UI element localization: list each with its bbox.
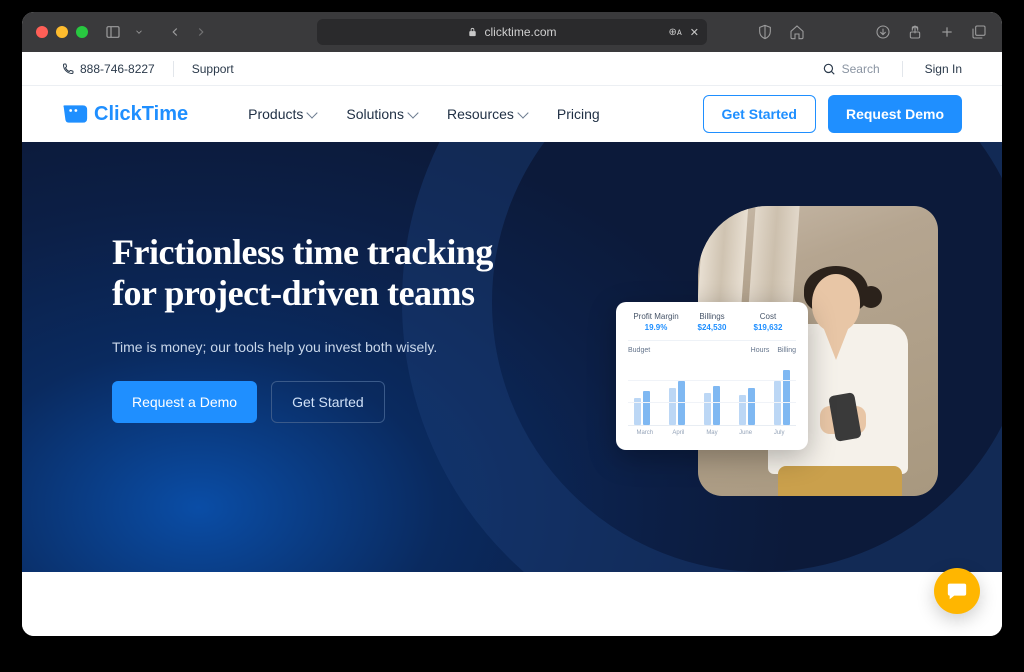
maximize-window-button[interactable] bbox=[76, 26, 88, 38]
main-nav: ClickTime Products Solutions Resources P… bbox=[22, 86, 1002, 142]
nav-resources[interactable]: Resources bbox=[447, 106, 527, 122]
url-text: clicktime.com bbox=[484, 25, 556, 39]
nav-label: Products bbox=[248, 106, 303, 122]
logo-mark-icon bbox=[62, 103, 88, 125]
bar bbox=[669, 388, 676, 425]
metric-billings: Billings $24,530 bbox=[684, 312, 740, 332]
nav-items: Products Solutions Resources Pricing bbox=[248, 106, 600, 122]
new-tab-icon[interactable] bbox=[938, 23, 956, 41]
bar bbox=[713, 386, 720, 425]
back-icon[interactable] bbox=[166, 23, 184, 41]
month-label: March bbox=[628, 430, 662, 436]
bar-chart bbox=[628, 360, 796, 426]
metric-value: $24,530 bbox=[684, 323, 740, 332]
chat-icon bbox=[946, 580, 968, 602]
bar bbox=[643, 391, 650, 425]
divider bbox=[902, 61, 903, 77]
close-tab-icon[interactable]: ✕ bbox=[690, 26, 699, 39]
request-demo-button[interactable]: Request Demo bbox=[828, 95, 962, 133]
utility-bar: 888-746-8227 Support Search Sign In bbox=[22, 52, 1002, 86]
chevron-down-icon bbox=[517, 107, 528, 118]
nav-label: Pricing bbox=[557, 106, 600, 122]
legend-billing: Billing bbox=[777, 347, 796, 354]
logo-text: ClickTime bbox=[94, 103, 188, 126]
bar-group bbox=[734, 388, 759, 425]
tabs-icon[interactable] bbox=[970, 23, 988, 41]
bar bbox=[704, 393, 711, 425]
card-section-label: Budget bbox=[628, 347, 650, 354]
bar bbox=[783, 370, 790, 425]
hero-request-demo-button[interactable]: Request a Demo bbox=[112, 381, 257, 423]
phone-number: 888-746-8227 bbox=[80, 62, 155, 76]
home-icon[interactable] bbox=[788, 23, 806, 41]
get-started-button[interactable]: Get Started bbox=[703, 95, 816, 133]
hero-illustration: Profit Margin 19.9% Billings $24,530 Cos… bbox=[618, 206, 938, 506]
month-label: April bbox=[662, 430, 696, 436]
close-window-button[interactable] bbox=[36, 26, 48, 38]
bar bbox=[748, 388, 755, 425]
hero-section: Frictionless time tracking for project-d… bbox=[22, 142, 1002, 572]
below-fold-strip bbox=[22, 580, 1002, 636]
divider bbox=[173, 61, 174, 77]
nav-products[interactable]: Products bbox=[248, 106, 316, 122]
browser-window: clicktime.com ⊕ᴀ ✕ bbox=[22, 12, 1002, 636]
forward-icon[interactable] bbox=[192, 23, 210, 41]
hero-get-started-button[interactable]: Get Started bbox=[271, 381, 385, 423]
month-label: June bbox=[729, 430, 763, 436]
nav-pricing[interactable]: Pricing bbox=[557, 106, 600, 122]
metric-profit-margin: Profit Margin 19.9% bbox=[628, 312, 684, 332]
month-label: May bbox=[695, 430, 729, 436]
legend-hours: Hours bbox=[751, 347, 770, 354]
bar bbox=[739, 395, 746, 425]
phone-icon bbox=[62, 63, 74, 75]
download-icon[interactable] bbox=[874, 23, 892, 41]
phone-link[interactable]: 888-746-8227 bbox=[62, 62, 155, 76]
chat-widget-button[interactable] bbox=[934, 568, 980, 614]
nav-label: Solutions bbox=[346, 106, 404, 122]
hero-title: Frictionless time tracking for project-d… bbox=[112, 232, 532, 315]
search-field[interactable]: Search bbox=[822, 62, 880, 76]
share-icon[interactable] bbox=[906, 23, 924, 41]
month-label: July bbox=[762, 430, 796, 436]
traffic-lights bbox=[36, 26, 88, 38]
metric-label: Billings bbox=[684, 312, 740, 321]
bar-group bbox=[700, 386, 725, 425]
metric-label: Cost bbox=[740, 312, 796, 321]
nav-label: Resources bbox=[447, 106, 514, 122]
nav-solutions[interactable]: Solutions bbox=[346, 106, 417, 122]
chevron-down-icon bbox=[407, 107, 418, 118]
metric-label: Profit Margin bbox=[628, 312, 684, 321]
chart-x-axis: MarchAprilMayJuneJuly bbox=[628, 430, 796, 436]
shield-icon[interactable] bbox=[756, 23, 774, 41]
search-icon bbox=[822, 62, 836, 76]
signin-link[interactable]: Sign In bbox=[925, 62, 962, 76]
minimize-window-button[interactable] bbox=[56, 26, 68, 38]
metric-cost: Cost $19,632 bbox=[740, 312, 796, 332]
metric-value: $19,632 bbox=[740, 323, 796, 332]
chevron-down-icon bbox=[307, 107, 318, 118]
support-link[interactable]: Support bbox=[192, 62, 234, 76]
browser-chrome: clicktime.com ⊕ᴀ ✕ bbox=[22, 12, 1002, 52]
search-placeholder: Search bbox=[842, 62, 880, 76]
metrics-card: Profit Margin 19.9% Billings $24,530 Cos… bbox=[616, 302, 808, 450]
hero-subtitle: Time is money; our tools help you invest… bbox=[112, 339, 532, 355]
sidebar-toggle-icon[interactable] bbox=[104, 23, 122, 41]
logo[interactable]: ClickTime bbox=[62, 103, 188, 126]
lock-icon bbox=[467, 27, 478, 38]
metric-value: 19.9% bbox=[628, 323, 684, 332]
address-bar[interactable]: clicktime.com ⊕ᴀ ✕ bbox=[317, 19, 707, 45]
bar-group bbox=[630, 391, 655, 425]
bar-group bbox=[769, 370, 794, 425]
translate-icon[interactable]: ⊕ᴀ bbox=[668, 27, 681, 38]
chevron-down-icon[interactable] bbox=[130, 23, 148, 41]
